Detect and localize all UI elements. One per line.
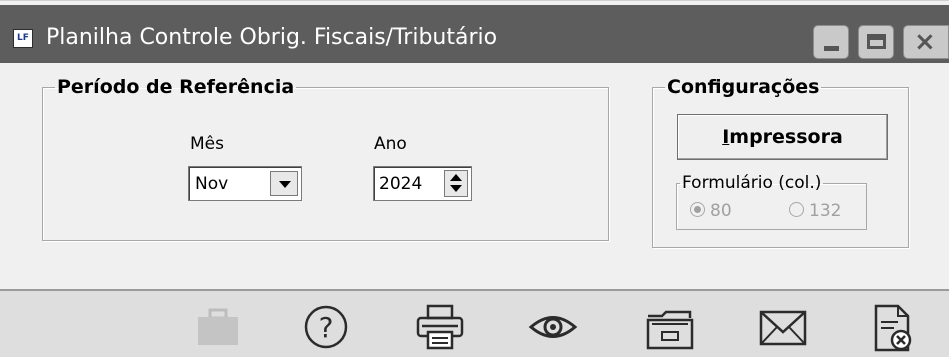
window-title: Planilha Controle Obrig. Fiscais/Tributá… <box>46 25 498 50</box>
envelope-icon[interactable] <box>755 302 811 352</box>
radio-unselected-icon <box>789 202 804 217</box>
radio-132[interactable]: 132 <box>789 201 841 221</box>
spin-up-icon[interactable] <box>450 174 462 181</box>
svg-text:?: ? <box>319 311 334 344</box>
close-button[interactable]: × <box>903 25 949 59</box>
close-icon: × <box>914 27 936 57</box>
radio-132-label: 132 <box>809 201 842 221</box>
configuracoes-legend: Configurações <box>667 76 820 98</box>
radio-80[interactable]: 80 <box>690 201 732 221</box>
maximize-icon <box>867 34 886 49</box>
radio-selected-icon <box>690 202 705 217</box>
formulario-legend: Formulário (col.) <box>682 173 822 193</box>
chevron-down-icon[interactable] <box>270 171 298 196</box>
spinner-buttons[interactable] <box>444 170 468 197</box>
close-document-icon[interactable] <box>868 302 918 356</box>
preview-eye-icon[interactable] <box>525 302 581 352</box>
help-icon[interactable]: ? <box>301 302 351 352</box>
impressora-button[interactable]: Impressora <box>677 114 888 160</box>
mes-select[interactable]: Nov <box>188 166 302 201</box>
minimize-button[interactable] <box>813 25 849 59</box>
folder-icon[interactable] <box>642 302 698 354</box>
spin-down-icon[interactable] <box>450 185 462 192</box>
ano-label: Ano <box>374 134 407 154</box>
minimize-icon <box>824 46 839 51</box>
radio-80-label: 80 <box>710 201 732 221</box>
briefcase-icon <box>190 302 246 352</box>
ano-spinner[interactable]: 2024 <box>373 166 472 201</box>
mes-value: Nov <box>195 174 229 194</box>
title-bar[interactable]: LF Planilha Controle Obrig. Fiscais/Trib… <box>0 5 949 63</box>
periodo-group: Período de Referência <box>42 76 609 241</box>
ano-value: 2024 <box>379 174 423 194</box>
app-icon: LF <box>13 29 33 48</box>
impressora-label: mpressora <box>729 126 843 148</box>
mes-label: Mês <box>190 134 224 154</box>
printer-icon[interactable] <box>412 302 468 354</box>
maximize-button[interactable] <box>858 25 894 59</box>
app-window: LF Planilha Controle Obrig. Fiscais/Trib… <box>0 0 949 357</box>
periodo-legend: Período de Referência <box>57 76 295 98</box>
